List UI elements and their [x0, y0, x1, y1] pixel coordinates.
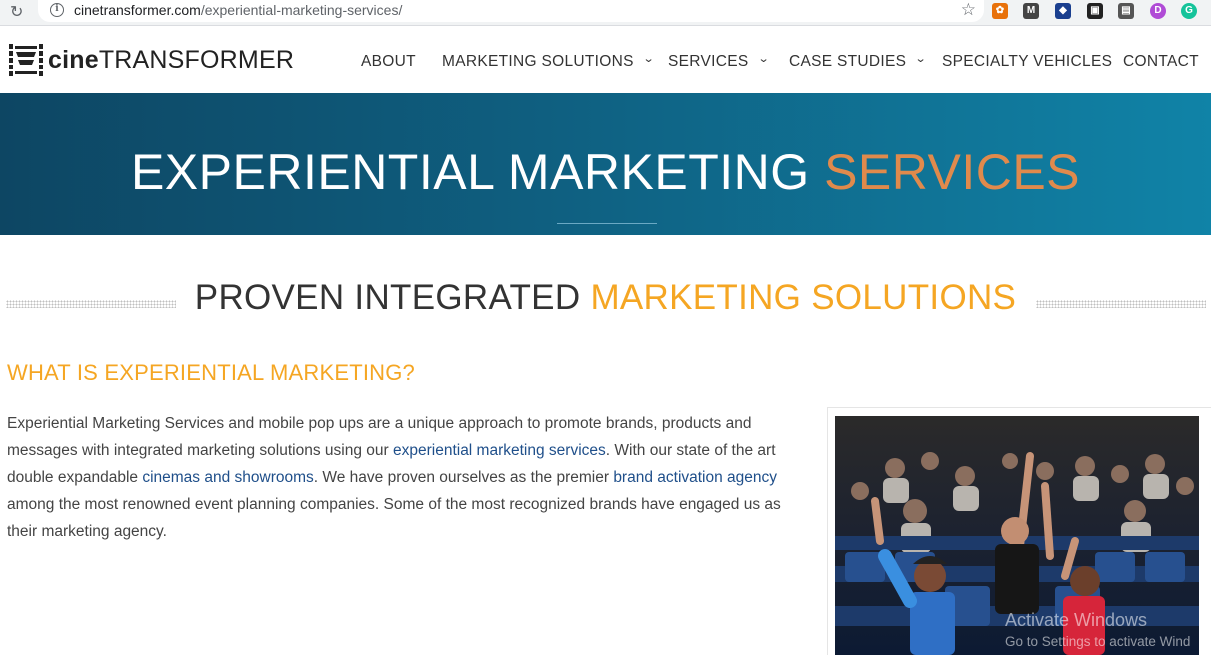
body-text-segment: among the most renowned event planning c…	[7, 496, 781, 540]
hero-divider	[557, 223, 657, 224]
nav-case-studies[interactable]: CASE STUDIES ⌄	[789, 27, 928, 93]
logo-text-rest: TRANSFORMER	[98, 46, 295, 74]
address-bar[interactable]: i cinetransformer.com/experiential-marke…	[38, 0, 984, 22]
film-reel-logo-icon	[9, 44, 43, 76]
nav-label: CONTACT	[1123, 53, 1199, 70]
nav-label: SPECIALTY VEHICLES	[942, 53, 1113, 70]
chevron-down-icon: ⌄	[757, 53, 770, 65]
url-domain: cinetransformer.com	[74, 2, 201, 18]
shield-extension-icon[interactable]: ◆	[1055, 3, 1071, 19]
subheading: WHAT IS EXPERIENTIAL MARKETING?	[7, 360, 415, 385]
section-title-main: PROVEN INTEGRATED	[194, 278, 591, 317]
activate-windows-subtitle: Go to Settings to activate Wind	[1005, 634, 1191, 649]
bookmark-star-icon[interactable]: ☆	[961, 0, 976, 20]
logo-text: cineTRANSFORMER	[48, 46, 294, 75]
nav-label: SERVICES	[668, 53, 749, 70]
picture-in-picture-extension-icon[interactable]: ▣	[1087, 3, 1103, 19]
nav-label: ABOUT	[361, 53, 416, 70]
body-paragraph: Experiential Marketing Services and mobi…	[7, 410, 807, 545]
chevron-down-icon: ⌄	[914, 53, 928, 65]
section-title: PROVEN INTEGRATED MARKETING SOLUTIONS	[0, 278, 1211, 318]
nav-label: CASE STUDIES	[789, 53, 907, 70]
gmail-extension-icon[interactable]: M	[1023, 3, 1039, 19]
nav-label: MARKETING SOLUTIONS	[442, 53, 634, 70]
section-title-accent: MARKETING SOLUTIONS	[590, 278, 1017, 317]
browser-toolbar: ↻ i cinetransformer.com/experiential-mar…	[0, 0, 1211, 26]
site-header: cineTRANSFORMER ABOUT MARKETING SOLUTIONS…	[0, 27, 1211, 93]
window-extension-icon[interactable]: ▤	[1118, 3, 1134, 19]
nav-about[interactable]: ABOUT	[361, 27, 416, 93]
link-experiential-marketing-services[interactable]: experiential marketing services	[393, 442, 606, 459]
link-cinemas-and-showrooms[interactable]: cinemas and showrooms	[142, 469, 313, 486]
logo-text-bold: cine	[48, 46, 99, 74]
nav-contact[interactable]: CONTACT	[1123, 27, 1199, 93]
grammarly-extension-icon[interactable]: G	[1181, 3, 1197, 19]
nav-specialty-vehicles[interactable]: SPECIALTY VEHICLES	[942, 27, 1112, 93]
hero-title-accent: SERVICES	[824, 144, 1081, 200]
activate-windows-title: Activate Windows	[1005, 610, 1148, 630]
url-path: /experiential-marketing-services/	[200, 2, 403, 18]
hero-banner: EXPERIENTIAL MARKETING SERVICES	[0, 93, 1211, 235]
reload-icon[interactable]: ↻	[10, 3, 23, 21]
chevron-down-icon: ⌄	[642, 53, 655, 65]
hero-title: EXPERIENTIAL MARKETING SERVICES	[0, 143, 1211, 201]
url-text[interactable]: cinetransformer.com/experiential-marketi…	[74, 2, 402, 18]
hero-title-main: EXPERIENTIAL MARKETING	[130, 144, 825, 200]
d-extension-icon[interactable]: D	[1150, 3, 1166, 19]
body-text-segment: . We have proven ourselves as the premie…	[313, 469, 614, 486]
nav-services[interactable]: SERVICES ⌄	[668, 27, 770, 93]
pinwheel-extension-icon[interactable]: ✿	[992, 3, 1008, 19]
link-brand-activation-agency[interactable]: brand activation agency	[613, 469, 777, 486]
site-info-icon[interactable]: i	[50, 3, 64, 17]
nav-marketing-solutions[interactable]: MARKETING SOLUTIONS ⌄	[442, 27, 655, 93]
